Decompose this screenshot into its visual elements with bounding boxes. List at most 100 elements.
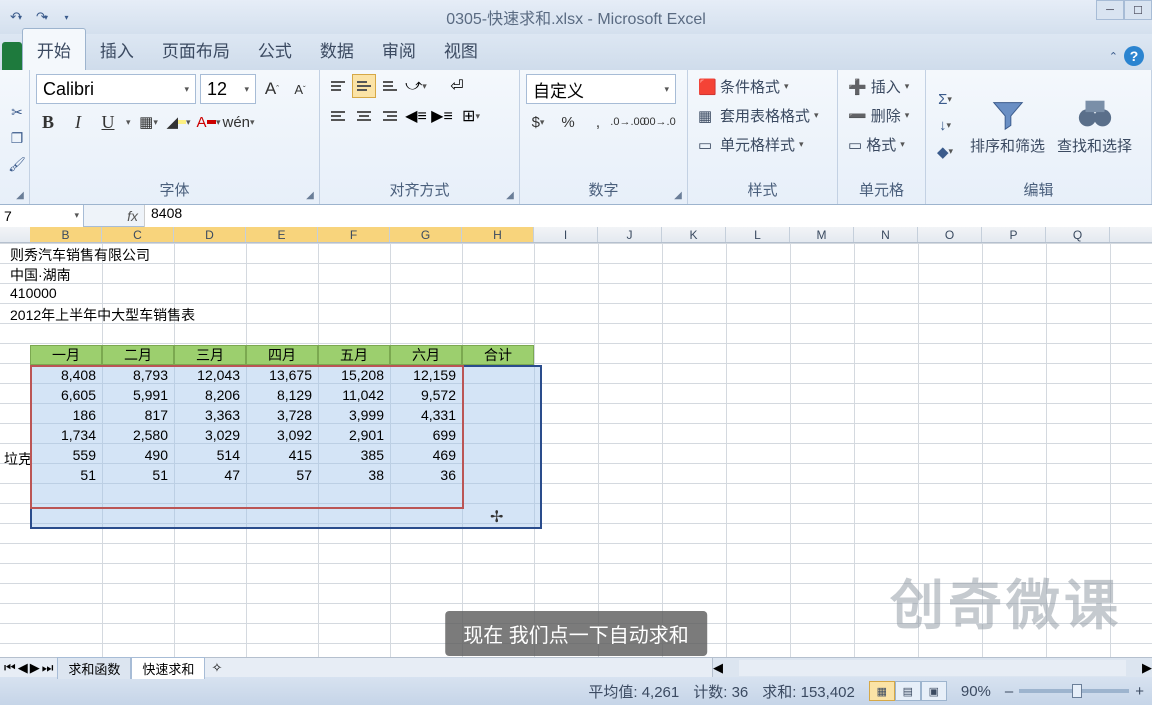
zoom-level[interactable]: 90% (961, 683, 991, 700)
format-painter-button[interactable]: 🖌 (6, 153, 28, 175)
file-tab[interactable] (2, 42, 22, 70)
column-header[interactable]: H (462, 227, 534, 242)
delete-cells-button[interactable]: ➖删除▾ (844, 103, 913, 128)
increase-indent-button[interactable]: ▶≡ (430, 104, 454, 128)
tab-insert[interactable]: 插入 (86, 29, 148, 70)
dialog-launcher-icon[interactable]: ◢ (503, 188, 517, 202)
align-top-button[interactable] (326, 74, 350, 98)
minimize-button[interactable]: ─ (1096, 0, 1124, 20)
column-header[interactable]: J (598, 227, 662, 242)
dialog-launcher-icon[interactable]: ◢ (671, 188, 685, 202)
prev-sheet-button[interactable]: ◀ (18, 660, 28, 676)
decrease-indent-button[interactable]: ◀≡ (404, 104, 428, 128)
data-cell[interactable]: 15,208 (318, 365, 388, 385)
data-cell[interactable]: 11,042 (318, 385, 388, 405)
zoom-in-button[interactable]: + (1135, 683, 1144, 700)
tab-page-layout[interactable]: 页面布局 (148, 29, 244, 70)
sheet-tab-2[interactable]: 快速求和 (131, 657, 205, 679)
underline-button[interactable]: U (96, 110, 120, 134)
minimize-ribbon-icon[interactable]: ⌃ (1109, 50, 1118, 63)
dialog-launcher-icon[interactable]: ◢ (303, 188, 317, 202)
column-header[interactable]: L (726, 227, 790, 242)
customize-qat-button[interactable]: ▾ (56, 6, 80, 28)
data-cell[interactable]: 47 (174, 465, 244, 485)
data-cell[interactable]: 186 (30, 405, 100, 425)
data-cell[interactable]: 38 (318, 465, 388, 485)
column-header[interactable]: G (390, 227, 462, 242)
data-cell[interactable]: 8,793 (102, 365, 172, 385)
zoom-out-button[interactable]: – (1005, 683, 1013, 700)
merge-button[interactable]: ⊞▾ (456, 104, 486, 128)
align-left-button[interactable] (326, 104, 350, 128)
data-cell[interactable]: 514 (174, 445, 244, 465)
tab-review[interactable]: 审阅 (368, 29, 430, 70)
maximize-button[interactable]: ☐ (1124, 0, 1152, 20)
data-cell[interactable]: 12,159 (390, 365, 460, 385)
dialog-launcher-icon[interactable]: ◢ (13, 188, 27, 202)
redo-button[interactable]: ↷▾ (30, 6, 54, 28)
first-sheet-button[interactable]: ⏮ (4, 660, 16, 676)
last-sheet-button[interactable]: ⏭ (42, 660, 54, 676)
data-cell[interactable]: 385 (318, 445, 388, 465)
data-cell[interactable]: 8,129 (246, 385, 316, 405)
data-cell[interactable]: 4,331 (390, 405, 460, 425)
data-cell[interactable]: 817 (102, 405, 172, 425)
fill-button[interactable]: ↓▾ (932, 115, 958, 137)
align-center-button[interactable] (352, 104, 376, 128)
tab-formulas[interactable]: 公式 (244, 29, 306, 70)
data-cell[interactable]: 57 (246, 465, 316, 485)
border-button[interactable]: ▦▾ (137, 110, 161, 134)
scroll-left-icon[interactable]: ◀ (713, 660, 723, 676)
column-header[interactable]: O (918, 227, 982, 242)
cut-button[interactable]: ✂ (6, 101, 28, 123)
data-cell[interactable]: 8,206 (174, 385, 244, 405)
copy-button[interactable]: ❐ (6, 127, 28, 149)
column-header[interactable]: I (534, 227, 598, 242)
comma-button[interactable]: , (586, 110, 610, 134)
font-size-select[interactable]: 12▾ (200, 74, 256, 104)
data-cell[interactable]: 3,092 (246, 425, 316, 445)
column-header[interactable]: Q (1046, 227, 1110, 242)
cell-styles-button[interactable]: ▭单元格样式▾ (694, 132, 808, 157)
data-cell[interactable]: 469 (390, 445, 460, 465)
zoom-thumb[interactable] (1072, 684, 1082, 698)
shrink-font-button[interactable]: Aˇ (288, 77, 312, 101)
decrease-decimal-button[interactable]: .00→.0 (646, 110, 670, 134)
data-cell[interactable]: 3,363 (174, 405, 244, 425)
next-sheet-button[interactable]: ▶ (30, 660, 40, 676)
data-cell[interactable]: 2,901 (318, 425, 388, 445)
column-header[interactable]: M (790, 227, 854, 242)
data-cell[interactable]: 3,999 (318, 405, 388, 425)
horizontal-scrollbar[interactable]: ◀ ▶ (712, 658, 1152, 677)
data-cell[interactable]: 36 (390, 465, 460, 485)
currency-button[interactable]: $▾ (526, 110, 550, 134)
zoom-slider[interactable]: – + (1005, 683, 1144, 700)
column-header[interactable]: B (30, 227, 102, 242)
normal-view-button[interactable]: ▦ (869, 681, 895, 701)
chevron-down-icon[interactable]: ▾ (126, 117, 131, 128)
wrap-text-button[interactable]: ⏎ (442, 74, 472, 98)
font-color-button[interactable]: A▾ (197, 110, 221, 134)
data-cell[interactable]: 13,675 (246, 365, 316, 385)
column-header[interactable]: D (174, 227, 246, 242)
tab-home[interactable]: 开始 (22, 28, 86, 70)
format-cells-button[interactable]: ▭格式▾ (844, 132, 909, 157)
conditional-formatting-button[interactable]: 🟥条件格式▾ (694, 74, 793, 99)
help-icon[interactable]: ? (1124, 46, 1144, 66)
column-header[interactable]: E (246, 227, 318, 242)
phonetic-button[interactable]: wén▾ (227, 110, 251, 134)
percent-button[interactable]: % (556, 110, 580, 134)
insert-cells-button[interactable]: ➕插入▾ (844, 74, 913, 99)
data-cell[interactable]: 559 (30, 445, 100, 465)
scroll-track[interactable] (739, 660, 1126, 676)
data-cell[interactable]: 2,580 (102, 425, 172, 445)
data-cell[interactable]: 51 (30, 465, 100, 485)
sheet-tab-1[interactable]: 求和函数 (57, 657, 131, 679)
name-box[interactable]: 7▾ (0, 205, 84, 227)
data-cell[interactable]: 1,734 (30, 425, 100, 445)
undo-button[interactable]: ↶▾ (4, 6, 28, 28)
data-cell[interactable]: 8,408 (30, 365, 100, 385)
find-select-button[interactable]: 查找和选择 (1051, 93, 1138, 158)
bold-button[interactable]: B (36, 110, 60, 134)
autosum-button[interactable]: Σ▾ (932, 89, 958, 111)
